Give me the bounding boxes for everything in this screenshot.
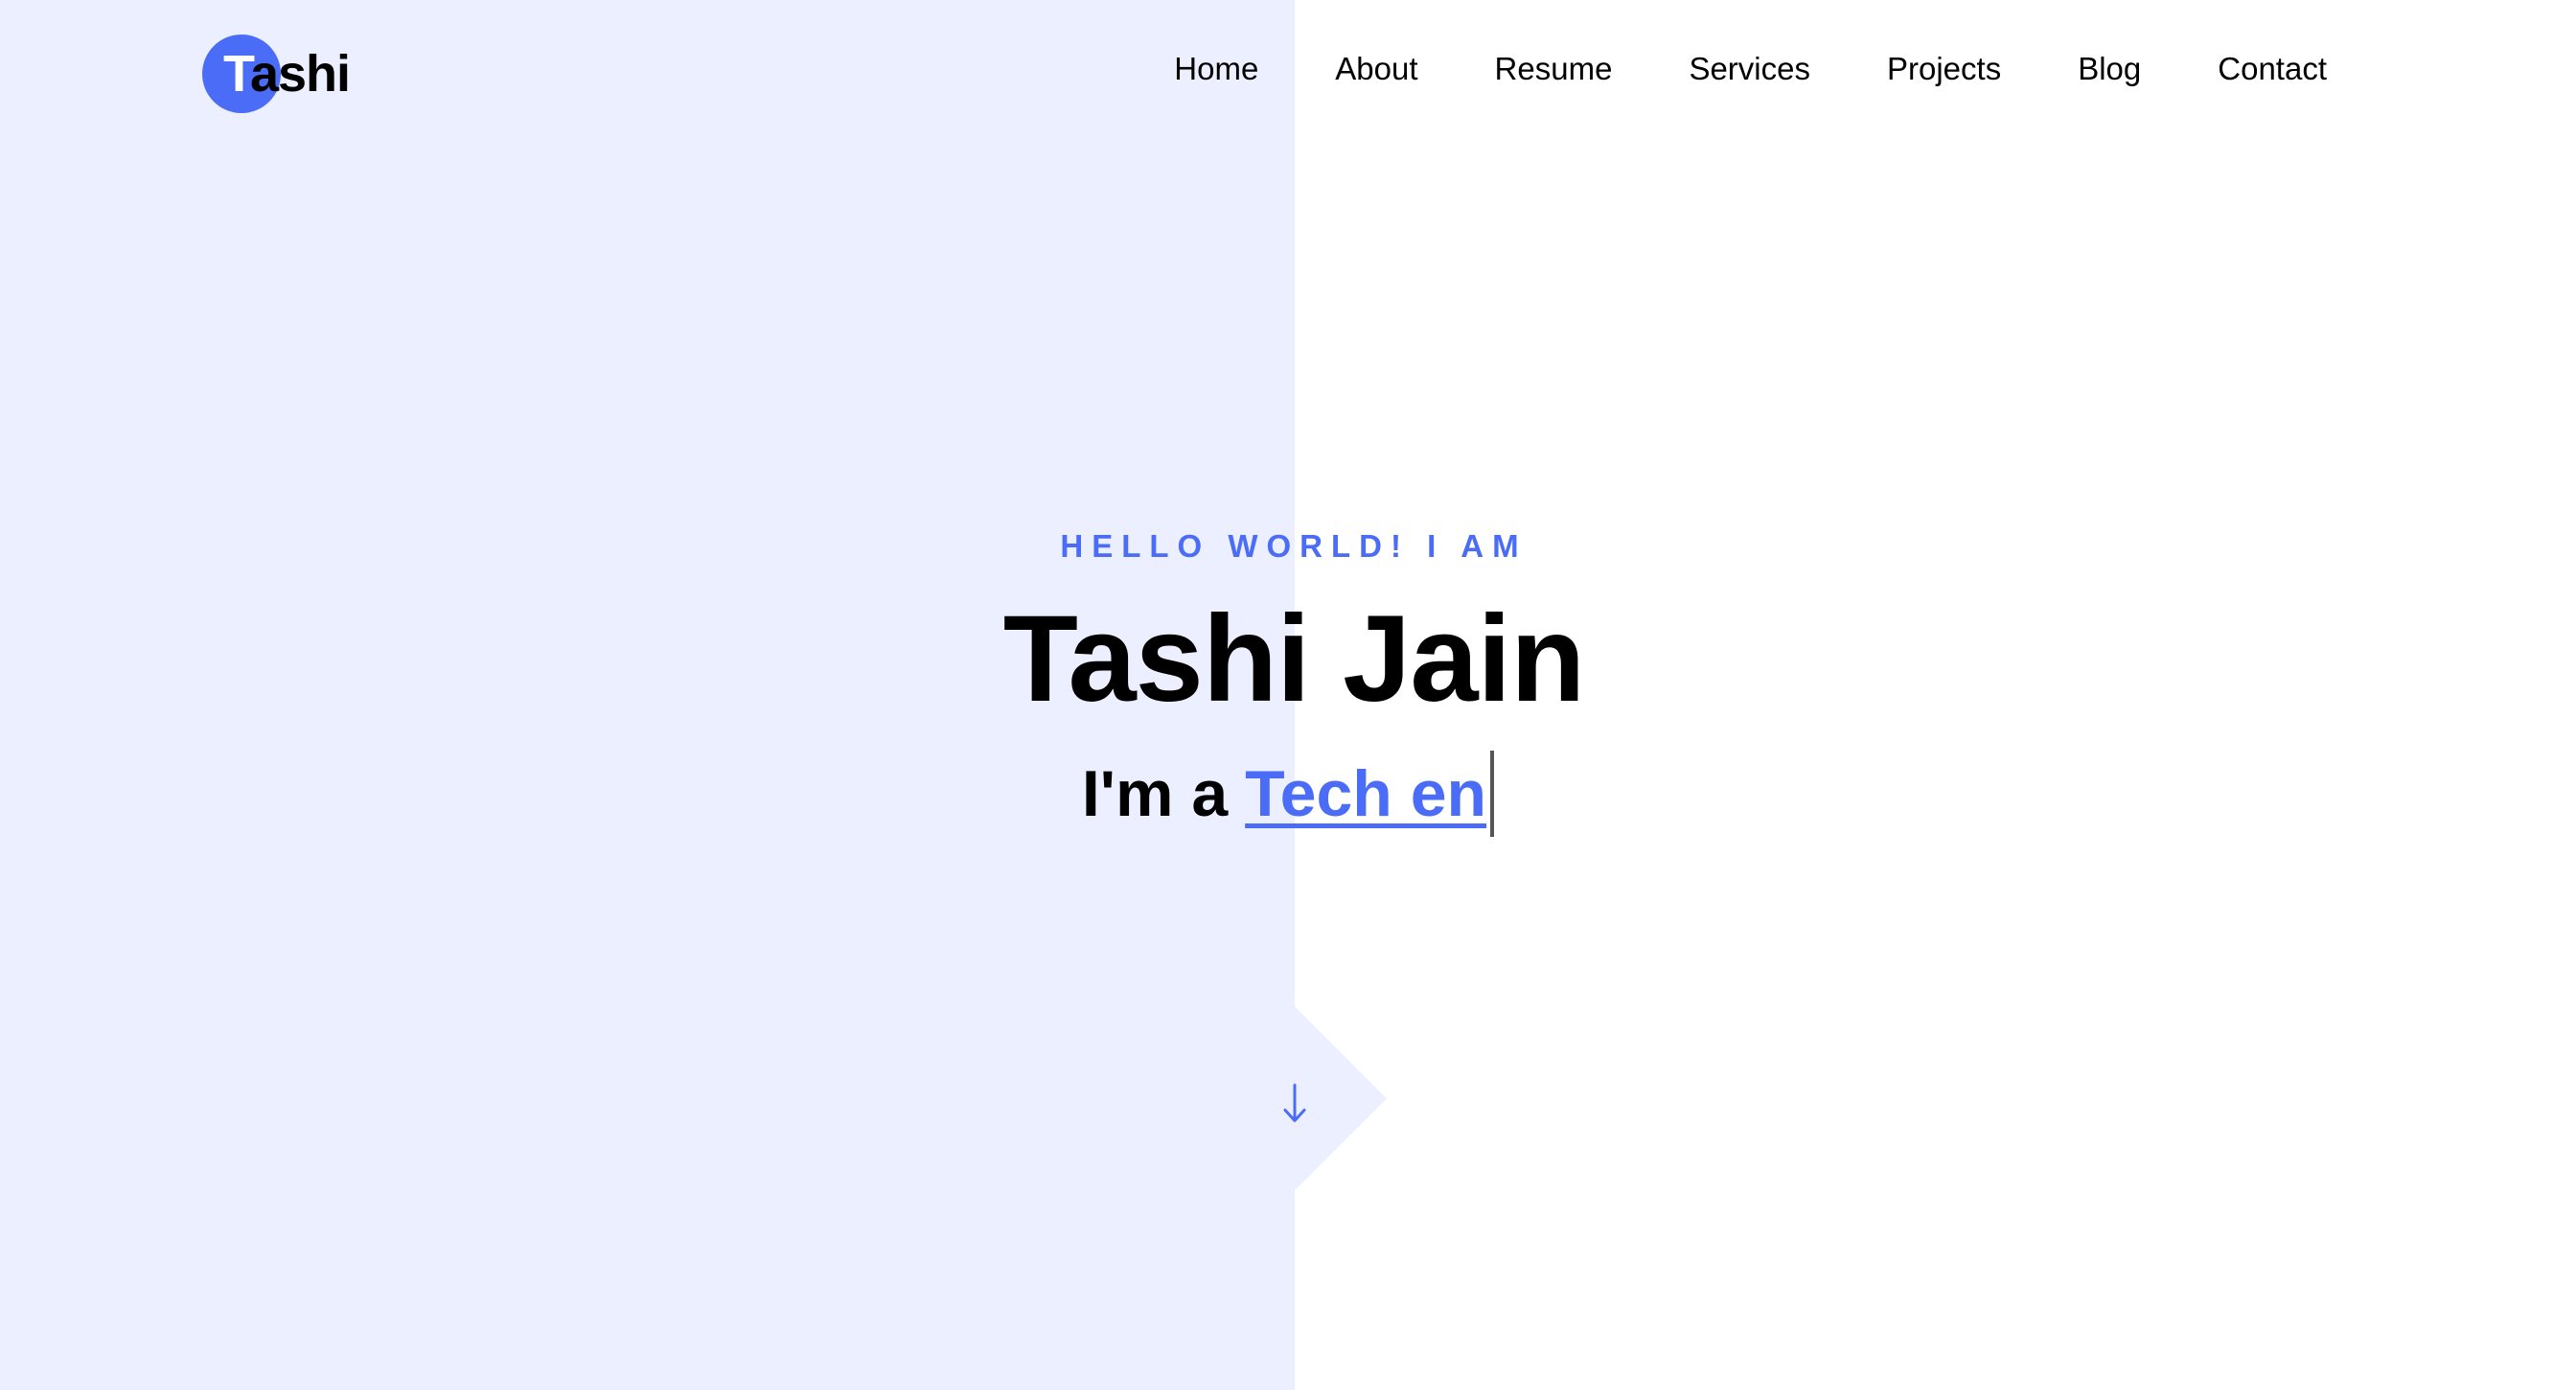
hero-role-typed[interactable]: Tech en: [1245, 746, 1486, 842]
nav-projects[interactable]: Projects: [1887, 46, 2001, 92]
arrow-down-icon[interactable]: [1280, 1081, 1309, 1129]
nav-services[interactable]: Services: [1689, 46, 1810, 92]
nav-about[interactable]: About: [1335, 46, 1417, 92]
hero-name: Tashi Jain: [1002, 591, 1586, 728]
nav-home[interactable]: Home: [1174, 46, 1258, 92]
arrow-down-icon-svg: [1283, 1083, 1306, 1123]
site-logo[interactable]: Tashi: [202, 35, 351, 113]
nav-contact[interactable]: Contact: [2218, 46, 2327, 92]
page: Tashi Home About Resume Services Project…: [0, 0, 2576, 1390]
typing-cursor: [1490, 751, 1495, 837]
logo-text: Tashi: [202, 35, 351, 113]
hero-role: I'm a Tech en: [1081, 746, 1495, 842]
nav-blog[interactable]: Blog: [2078, 46, 2141, 92]
logo-first-letter: T: [223, 45, 251, 103]
hero-greeting: HELLO WORLD! I AM: [1060, 528, 1528, 564]
hero-section: HELLO WORLD! I AM Tashi Jain I'm a Tech …: [0, 518, 2576, 842]
hero-role-prefix: I'm a: [1081, 757, 1229, 830]
main-nav: Home About Resume Services Projects Blog…: [1174, 46, 2327, 92]
logo-rest: ashi: [249, 45, 351, 103]
nav-resume[interactable]: Resume: [1495, 46, 1613, 92]
